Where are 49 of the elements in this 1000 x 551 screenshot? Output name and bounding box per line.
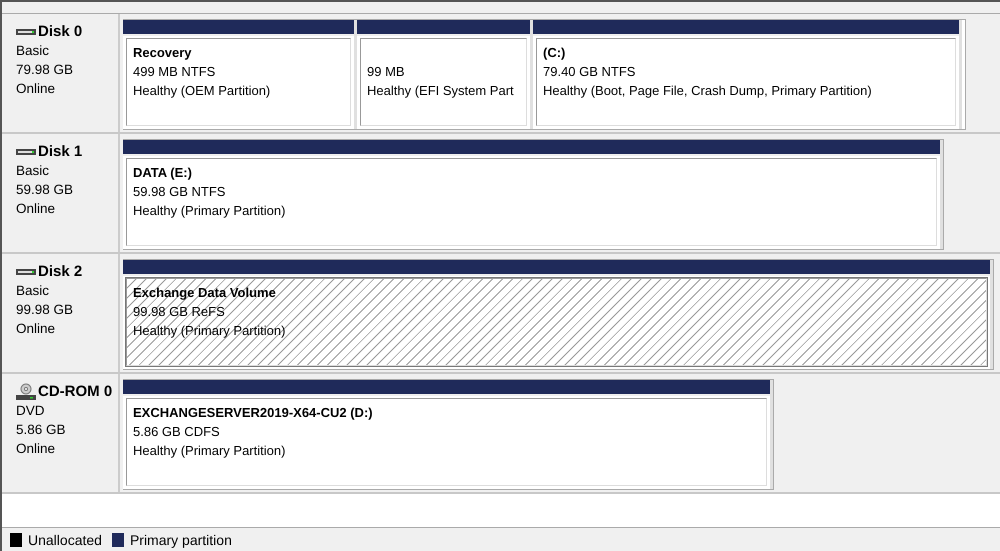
disk-type: Basic bbox=[16, 162, 50, 180]
partition-health: Healthy (Boot, Page File, Crash Dump, Primary Partition) bbox=[543, 82, 873, 100]
disk-name: Disk 2 bbox=[38, 262, 82, 281]
partition-health: Healthy (OEM Partition) bbox=[133, 82, 272, 100]
partition-size: 59.98 GB NTFS bbox=[133, 183, 226, 201]
disk-drive-icon bbox=[16, 148, 36, 156]
disk-size: 99.98 GB bbox=[16, 301, 74, 319]
partition-label: EXCHANGESERVER2019-X64-CU2 (D:) bbox=[133, 404, 374, 422]
cd-drive-icon bbox=[16, 382, 36, 400]
partition-block[interactable]: Recovery 499 MB NTFS Healthy (OEM Partition) bbox=[126, 38, 351, 126]
partition-block[interactable]: (C:) 79.40 GB NTFS Healthy (Boot, Page File, Crash Dump, Primary Partition) bbox=[536, 38, 956, 126]
disk-name: CD-ROM 0 bbox=[38, 382, 112, 401]
partition-size: 99 MB bbox=[367, 63, 406, 81]
partition-block[interactable]: Exchange Data Volume 99.98 GB ReFS Healthy (Primary Partition) bbox=[126, 278, 987, 366]
disk-name: Disk 0 bbox=[38, 22, 82, 41]
disk-size: 5.86 GB bbox=[16, 421, 67, 439]
partition-health: Healthy (Primary Partition) bbox=[133, 322, 286, 340]
disk-type: Basic bbox=[16, 282, 50, 300]
partition-size: 79.40 GB NTFS bbox=[543, 63, 636, 81]
disk-info-panel[interactable]: Disk 0 Basic 79.98 GB Online bbox=[2, 14, 120, 132]
partition-label: Recovery bbox=[133, 44, 193, 62]
disk-info-panel[interactable]: CD-ROM 0 DVD 5.86 GB Online bbox=[2, 374, 120, 492]
partition-label: Exchange Data Volume bbox=[133, 284, 277, 302]
partition-label: DATA (E:) bbox=[133, 164, 193, 182]
disk-status: Online bbox=[16, 80, 56, 98]
disk-status: Online bbox=[16, 200, 56, 218]
partition-block[interactable]: EXCHANGESERVER2019-X64-CU2 (D:) 5.86 GB CDFS Healthy (Primary Partition) bbox=[126, 398, 767, 486]
disk-drive-icon bbox=[16, 268, 36, 276]
partition-size: 5.86 GB CDFS bbox=[133, 423, 221, 441]
disk-type: DVD bbox=[16, 402, 46, 420]
disk-size: 59.98 GB bbox=[16, 181, 74, 199]
disk-info-panel[interactable]: Disk 1 Basic 59.98 GB Online bbox=[2, 134, 120, 252]
disk-type: Basic bbox=[16, 42, 50, 60]
disk-status: Online bbox=[16, 440, 56, 458]
partition-size: 99.98 GB ReFS bbox=[133, 303, 226, 321]
partition-health: Healthy (Primary Partition) bbox=[133, 202, 286, 220]
legend-label: Primary partition bbox=[130, 532, 232, 548]
disk-size: 79.98 GB bbox=[16, 61, 74, 79]
disk-info-panel[interactable]: Disk 2 Basic 99.98 GB Online bbox=[2, 254, 120, 372]
legend-label: Unallocated bbox=[28, 532, 102, 548]
disk-status: Online bbox=[16, 320, 56, 338]
partition-block[interactable]: 99 MB Healthy (EFI System Part bbox=[360, 38, 527, 126]
disk-drive-icon bbox=[16, 28, 36, 36]
partition-health: Healthy (EFI System Part bbox=[367, 82, 515, 100]
partition-label: (C:) bbox=[543, 44, 566, 62]
disk-name: Disk 1 bbox=[38, 142, 82, 161]
partition-block[interactable]: DATA (E:) 59.98 GB NTFS Healthy (Primary Partition) bbox=[126, 158, 937, 246]
partition-size: 499 MB NTFS bbox=[133, 63, 216, 81]
partition-health: Healthy (Primary Partition) bbox=[133, 442, 286, 460]
